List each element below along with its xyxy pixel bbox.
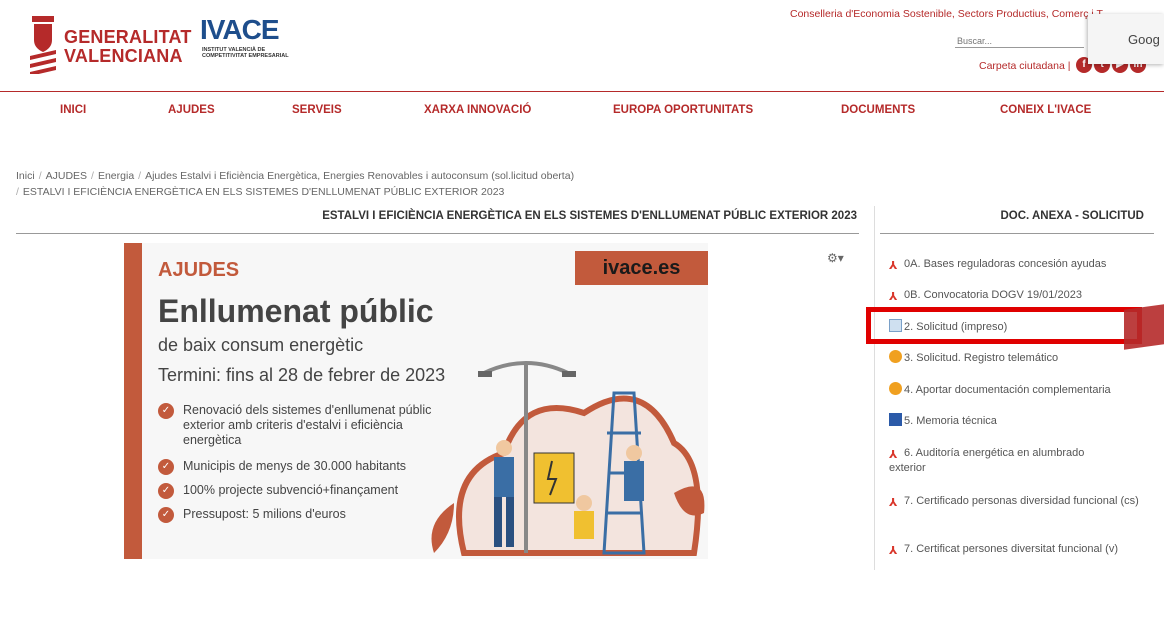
carpeta-ciutadana-link[interactable]: Carpeta ciutadana | xyxy=(979,60,1070,72)
sidebar-doc-link[interactable]: 4. Aportar documentación complementaria xyxy=(889,382,1151,397)
check-icon: ✓ xyxy=(158,507,174,523)
nav-item-inici[interactable]: INICI xyxy=(60,104,86,116)
breadcrumb-item-energia[interactable]: Energia xyxy=(98,170,134,182)
nav-item-coneix-ivace[interactable]: CONEIX L'IVACE xyxy=(1000,104,1091,116)
banner-termini: Termini: fins al 28 de febrer de 2023 xyxy=(158,365,446,385)
header-divider xyxy=(0,91,1164,92)
nav-item-serveis[interactable]: SERVEIS xyxy=(292,104,342,116)
word-icon xyxy=(889,413,902,426)
sidebar-doc-link[interactable]: ⅄ 0A. Bases reguladoras concesión ayudas xyxy=(889,257,1151,272)
search-box: ⚲ xyxy=(955,34,1099,48)
search-input[interactable] xyxy=(955,34,1084,48)
pdf-icon: ⅄ xyxy=(889,497,898,509)
breadcrumb-separator: / xyxy=(38,170,42,182)
page-title: ESTALVI I EFICIÈNCIA ENERGÈTICA EN ELS S… xyxy=(322,210,857,222)
check-icon: ✓ xyxy=(158,403,174,419)
site-header: GENERALITAT VALENCIANA IVACE INSTITUT VA… xyxy=(0,0,1164,90)
nav-item-xarxa-innovacio[interactable]: XARXA INNOVACIÓ xyxy=(424,104,531,116)
external-icon xyxy=(889,382,902,395)
breadcrumb-separator: / xyxy=(16,186,19,198)
breadcrumb-item-current: ESTALVI I EFICIÈNCIA ENERGÈTICA EN ELS S… xyxy=(22,186,505,198)
external-icon xyxy=(889,350,902,363)
ivace-logo-subtitle: INSTITUT VALENCIÀ DE COMPETITIVITAT EMPR… xyxy=(202,47,289,59)
banner-headline: Enllumenat públic xyxy=(158,293,434,329)
highlight-box xyxy=(866,307,1142,344)
generalitat-shield-icon xyxy=(30,16,56,74)
banner-illustration xyxy=(431,361,705,556)
check-icon: ✓ xyxy=(158,483,174,499)
sidebar-doc-link[interactable]: ⅄ 6. Auditoría energética en alumbrado ex… xyxy=(889,446,1119,475)
nav-item-ajudes[interactable]: AJUDES xyxy=(168,104,215,116)
banner-ajudes-label: AJUDES xyxy=(158,259,240,281)
breadcrumb-separator: / xyxy=(91,170,94,182)
sidebar-doc-link[interactable]: 3. Solicitud. Registro telemático xyxy=(889,350,1151,365)
generalitat-logo[interactable]: GENERALITAT VALENCIANA xyxy=(28,14,191,76)
google-translate-label: Goog xyxy=(1128,32,1160,47)
nav-item-europa-oportunitats[interactable]: EUROPA OPORTUNITATS xyxy=(613,104,753,116)
sidebar-title: DOC. ANEXA - SOLICITUD xyxy=(1000,210,1144,222)
pdf-icon: ⅄ xyxy=(889,545,898,557)
gear-icon[interactable]: ⚙▾ xyxy=(827,251,844,265)
breadcrumb-item-ajudes[interactable]: AJUDES xyxy=(46,170,87,182)
promo-banner-image: AJUDES ivace.es Enllumenat públic de bai… xyxy=(124,243,708,559)
nav-item-documents[interactable]: DOCUMENTS xyxy=(841,104,915,116)
sidebar-divider xyxy=(880,233,1154,234)
ivace-logo-mark: IVACE xyxy=(200,14,279,45)
pdf-icon: ⅄ xyxy=(889,449,898,461)
breadcrumb: Inici / AJUDES / Energia / Ajudes Estalvi i Ef… xyxy=(16,168,836,200)
sidebar-doc-link[interactable]: ⅄ 7. Certificat persones diversitat funci… xyxy=(889,542,1151,557)
pdf-icon: ⅄ xyxy=(889,291,898,303)
banner-subheadline: de baix consum energètic xyxy=(158,335,364,355)
main-nav: INICI AJUDES SERVEIS XARXA INNOVACIÓ EUR… xyxy=(0,104,1164,122)
conselleria-link[interactable]: Conselleria d'Economia Sostenible, Secto… xyxy=(790,8,1103,20)
banner-ivace-label: ivace.es xyxy=(575,251,708,285)
generalitat-logo-text: GENERALITAT VALENCIANA xyxy=(64,27,192,66)
pdf-icon: ⅄ xyxy=(889,260,898,272)
highlight-marker xyxy=(1124,304,1164,350)
breadcrumb-item-inici[interactable]: Inici xyxy=(16,170,35,182)
breadcrumb-separator: / xyxy=(138,170,142,182)
column-divider xyxy=(874,206,875,570)
sidebar-doc-link[interactable]: 5. Memoria técnica xyxy=(889,413,1151,428)
ivace-logo[interactable]: IVACE INSTITUT VALENCIÀ DE COMPETITIVITA… xyxy=(200,14,300,66)
title-divider xyxy=(16,233,859,234)
sidebar-doc-link[interactable]: ⅄ 7. Certificado personas diversidad func… xyxy=(889,494,1153,509)
banner-stripe xyxy=(124,243,142,559)
sidebar-doc-link[interactable]: ⅄ 0B. Convocatoria DOGV 19/01/2023 xyxy=(889,288,1151,303)
check-icon: ✓ xyxy=(158,459,174,475)
breadcrumb-item-ajudes-estalvi[interactable]: Ajudes Estalvi i Eficiència Energètica, … xyxy=(145,170,574,182)
